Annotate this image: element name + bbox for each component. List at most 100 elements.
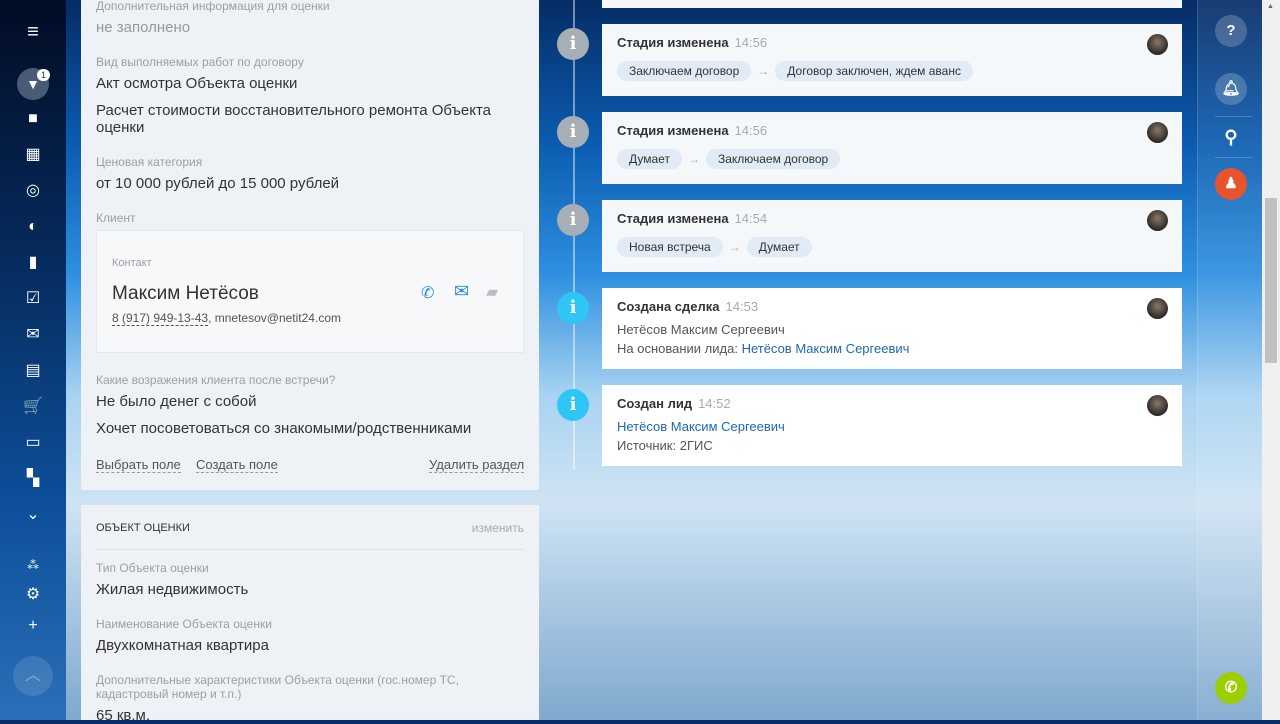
apps-icon[interactable]: ▚ [20, 466, 46, 492]
right-toolbar: ? 🔔︎ ⚲ ♟ ✆ [1197, 0, 1262, 720]
lead-link[interactable]: Нетёсов Максим Сергеевич [617, 417, 1167, 436]
avatar[interactable] [1147, 210, 1168, 231]
field-value: Не было денег с собой [96, 393, 257, 410]
stage-chip: Заключаем договор [617, 61, 752, 81]
scroll-up-arrow-icon[interactable]: ▲ [1267, 3, 1274, 10]
clock-icon[interactable]: ◐ [20, 214, 46, 240]
timeline-time: 14:52 [698, 396, 731, 411]
email-icon[interactable]: ✉ [454, 281, 469, 302]
menu-icon[interactable]: ≡ [20, 19, 46, 45]
scroll-up-icon[interactable]: ︿ [13, 656, 53, 696]
stage-chip: Заключаем договор [705, 149, 841, 169]
info-icon: i [557, 292, 589, 324]
field-label: Дополнительная информация для оценки [96, 0, 330, 13]
info-icon: i [557, 116, 589, 148]
field-label: Дополнительные характеристики Объекта оц… [96, 673, 459, 701]
field-value: Двухкомнатная квартира [96, 637, 269, 654]
field-label: Клиент [96, 211, 136, 225]
left-navigation: ≡ ▼ 1 ■ ▦ ◎ ◐ ▮ ☑ ✉ ▤ 🛒 ▭ ▚ ⌄ ⁂ ⚙ + ︿ [0, 0, 66, 720]
edit-section-link[interactable]: изменить [472, 521, 524, 535]
timeline-title: Стадия изменена [617, 123, 729, 138]
avatar[interactable] [1147, 122, 1168, 143]
chart-icon[interactable]: ▮ [20, 250, 46, 276]
cart-icon[interactable]: 🛒 [20, 394, 46, 420]
contact-phone[interactable]: 8 (917) 949-13-43 [112, 311, 209, 326]
timeline-title: Стадия изменена [617, 211, 729, 226]
arrow-icon: → [687, 152, 700, 166]
timeline-title: Создана сделка [617, 299, 720, 314]
field-label: Ценовая категория [96, 155, 203, 169]
timeline-item: Создана сделка 14:53 Нетёсов Максим Серге… [602, 288, 1182, 369]
field-value: 65 кв.м. [96, 707, 151, 724]
timeline-time: 14:56 [734, 123, 768, 138]
notification-badge: 1 [37, 69, 51, 81]
stage-chip: Думает [617, 149, 682, 169]
scrollbar[interactable]: ▲ [1262, 0, 1280, 720]
field-label: Наименование Объекта оценки [96, 617, 272, 631]
field-value: от 10 000 рублей до 15 000 рублей [96, 175, 340, 192]
help-icon[interactable]: ? [1215, 15, 1247, 47]
phone-call-icon[interactable]: ✆ [1215, 672, 1247, 704]
field-label: Какие возражения клиента после встречи? [96, 373, 336, 387]
timeline-item: Стадия изменена 14:56 Думает → Заключаем до… [602, 112, 1182, 184]
field-label: Вид выполняемых работ по договору [96, 55, 304, 69]
scrollbar-thumb[interactable] [1265, 198, 1277, 363]
tasks-icon[interactable]: ☑ [20, 286, 46, 312]
avatar[interactable] [1147, 395, 1168, 416]
field-value: не заполнено [96, 19, 191, 36]
timeline-item: Создан лид 14:52 Нетёсов Максим Сергеевич… [602, 385, 1182, 466]
contact-label: Контакт [112, 257, 152, 269]
timeline-time: 14:53 [725, 299, 759, 314]
call-icon[interactable]: ✆ [421, 283, 434, 303]
timeline-time: 14:54 [734, 211, 768, 226]
user-icon[interactable]: ♟ [1215, 168, 1247, 200]
arrow-icon: → [757, 64, 770, 78]
contact-card: Контакт Максим Нетёсов 8 (917) 949-13-43… [96, 230, 524, 353]
delete-section-link[interactable]: Удалить раздел [429, 457, 525, 473]
field-value: Хочет посоветоваться со знакомыми/родств… [96, 420, 472, 437]
timeline-card-partial [602, 0, 1182, 8]
field-label: Тип Объекта оценки [96, 561, 209, 575]
deal-name: Нетёсов Максим Сергеевич [617, 322, 785, 337]
target-icon[interactable]: ◎ [20, 178, 46, 204]
sitemap-icon[interactable]: ⁂ [20, 552, 46, 578]
deal-fields-card: Дополнительная информация для оценки не … [81, 0, 539, 490]
chat-icon[interactable]: ▰ [486, 282, 498, 302]
stage-chip: Договор заключен, ждем аванс [775, 61, 973, 81]
mail-icon[interactable]: ✉ [20, 322, 46, 348]
field-value: Жилая недвижимость [96, 581, 249, 598]
section-title: ОБЪЕКТ ОЦЕНКИ [96, 522, 190, 534]
avatar[interactable] [1147, 298, 1168, 319]
lead-source: Источник: 2ГИС [617, 438, 713, 453]
contact-name[interactable]: Максим Нетёсов [112, 283, 259, 305]
plus-icon[interactable]: + [20, 613, 46, 639]
stage-chip: Думает [746, 237, 812, 257]
valuation-object-card: ОБЪЕКТ ОЦЕНКИ изменить Тип Объекта оценк… [81, 505, 539, 724]
stage-chip: Новая встреча [617, 237, 723, 257]
divider [96, 549, 524, 550]
timeline-item: Стадия изменена 14:54 Новая встреча → Думае… [602, 200, 1182, 272]
select-field-link[interactable]: Выбрать поле [96, 457, 181, 473]
info-icon: i [557, 28, 589, 60]
box-icon[interactable]: ■ [20, 106, 46, 132]
create-field-link[interactable]: Создать поле [196, 457, 278, 473]
timeline-title: Создан лид [617, 396, 693, 411]
settings-icon[interactable]: ⚙ [20, 582, 46, 608]
avatar[interactable] [1147, 34, 1168, 55]
lead-prefix: На основании лида: [617, 341, 742, 356]
inbox-icon[interactable]: ▤ [20, 358, 46, 384]
arrow-icon: → [728, 240, 741, 254]
info-icon: i [557, 204, 589, 236]
lead-link[interactable]: Нетёсов Максим Сергеевич [742, 341, 910, 356]
field-value: Расчет стоимости восстановительного ремо… [96, 102, 492, 136]
field-value: Акт осмотра Объекта оценки [96, 75, 298, 92]
contact-email[interactable]: , mnetesov@netit24.com [208, 311, 341, 325]
window-icon[interactable]: ▭ [20, 430, 46, 456]
calendar-icon[interactable]: ▦ [20, 142, 46, 168]
bell-icon[interactable]: 🔔︎ [1215, 73, 1247, 105]
search-icon[interactable]: ⚲ [1215, 121, 1247, 153]
info-icon: i [557, 389, 589, 421]
more-icon[interactable]: ⌄ [20, 502, 46, 528]
timeline-item: Стадия изменена 14:56 Заключаем договор → Д… [602, 24, 1182, 96]
timeline-time: 14:56 [734, 35, 768, 50]
